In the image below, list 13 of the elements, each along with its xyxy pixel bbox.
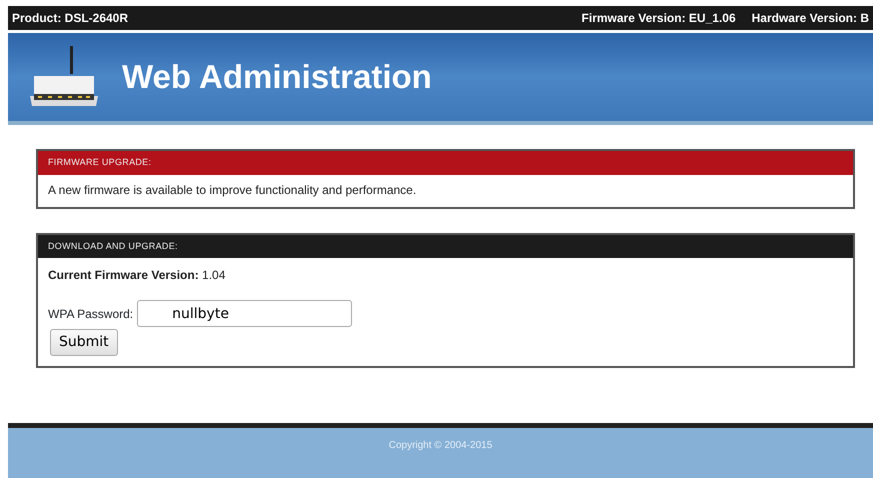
section-heading: DOWNLOAD AND UPGRADE: bbox=[38, 234, 853, 258]
section-heading: FIRMWARE UPGRADE: bbox=[38, 151, 853, 174]
notice-text: A new firmware is available to improve functionality and performance. bbox=[47, 182, 418, 198]
hardware-version-label: Hardware Version: B bbox=[752, 10, 869, 27]
current-version-text: Current Firmware Version: 1.04 bbox=[47, 267, 226, 284]
field-label: WPA Password: bbox=[48, 306, 134, 322]
submit-button[interactable]: Submit bbox=[50, 329, 118, 356]
page-title: Web Administration bbox=[122, 57, 432, 97]
copyright-text: Copyright © 2004-2015 bbox=[388, 439, 492, 453]
password-field[interactable]: nullbyte bbox=[137, 300, 352, 327]
router-icon bbox=[28, 46, 100, 108]
product-label: Product: DSL-2640R bbox=[12, 10, 128, 27]
firmware-version-label: Firmware Version: EU_1.06 bbox=[582, 10, 736, 27]
